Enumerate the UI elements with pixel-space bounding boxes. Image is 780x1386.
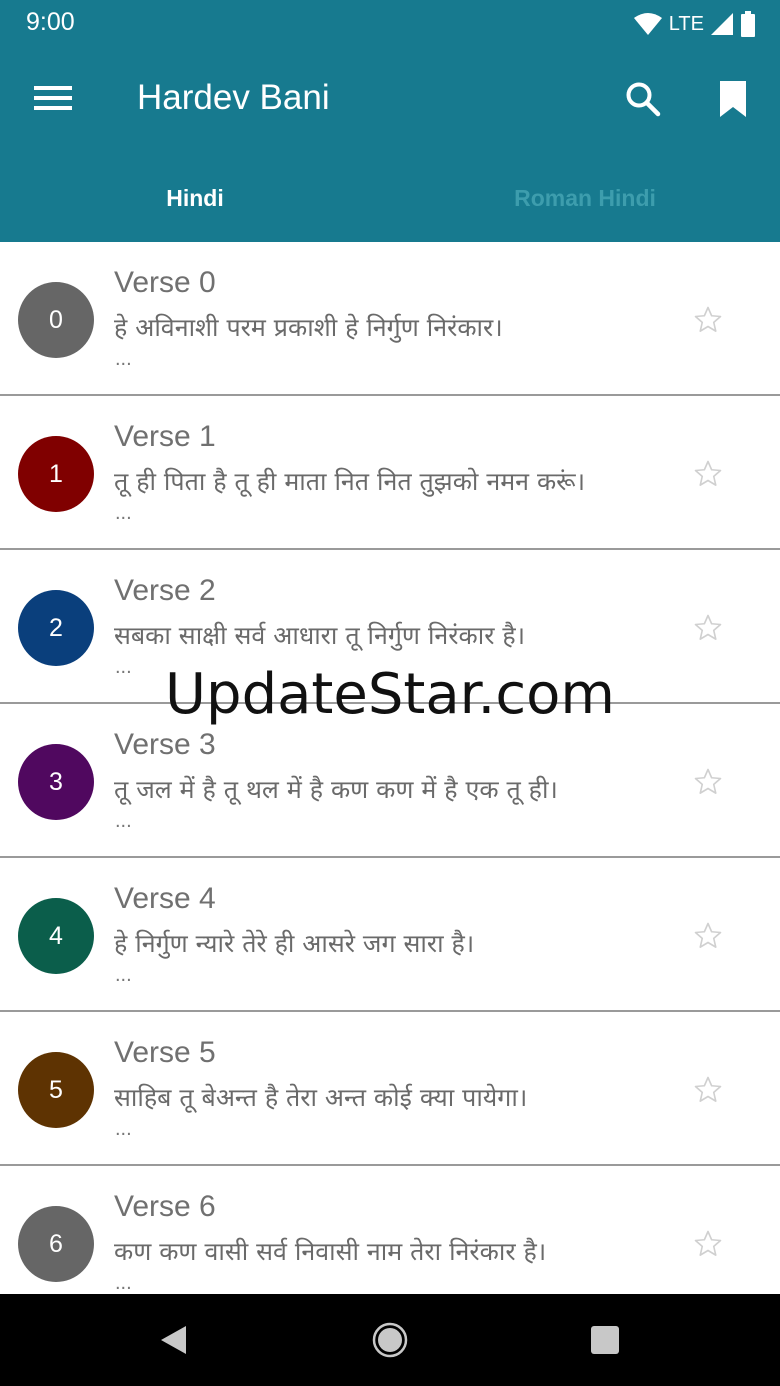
verse-title: Verse 5 [114,1036,216,1069]
bookmark-icon [720,81,746,117]
back-button[interactable] [145,1314,201,1366]
verse-title: Verse 0 [114,266,216,299]
star-outline-icon [694,614,722,640]
verse-text: हे निर्गुण न्यारे तेरे ही आसरे जग सारा ह… [114,929,475,958]
verse-ellipsis: ... [115,964,132,986]
verse-text: साहिब तू बेअन्त है तेरा अन्त कोई क्या पा… [114,1083,528,1112]
verse-number-avatar: 4 [18,898,94,974]
verse-item[interactable]: 0 Verse 0 हे अविनाशी परम प्रकाशी हे निर्… [0,242,780,396]
star-outline-icon [694,306,722,332]
recents-square-icon [591,1326,619,1354]
menu-icon [34,86,72,110]
star-outline-icon [694,1230,722,1256]
verse-text: सबका साक्षी सर्व आधारा तू निर्गुण निरंका… [114,621,526,650]
verse-number-avatar: 2 [18,590,94,666]
search-icon [626,82,661,117]
bookmarks-button[interactable] [704,72,762,126]
verse-title: Verse 4 [114,882,216,915]
verse-text: तू ही पिता है तू ही माता नित नित तुझको न… [114,467,586,496]
verse-text: हे अविनाशी परम प्रकाशी हे निर्गुण निरंका… [114,313,503,342]
verse-text: तू जल में है तू थल में है कण कण में है ए… [114,775,558,804]
verse-text: कण कण वासी सर्व निवासी नाम तेरा निरंकार … [114,1237,547,1266]
verse-number-avatar: 6 [18,1206,94,1282]
verse-item[interactable]: 6 Verse 6 कण कण वासी सर्व निवासी नाम तेर… [0,1166,780,1294]
verse-item[interactable]: 4 Verse 4 हे निर्गुण न्यारे तेरे ही आसरे… [0,858,780,1012]
verse-ellipsis: ... [115,1118,132,1140]
menu-button[interactable] [22,70,84,126]
recents-button[interactable] [577,1314,633,1366]
system-nav-bar [0,1294,780,1386]
status-icons: LTE [633,10,756,38]
toolbar: Hardev Bani [0,48,780,152]
tab-bar: Hindi Roman Hindi [0,164,780,234]
verse-ellipsis: ... [115,656,132,678]
network-type-label: LTE [668,12,704,35]
verse-item[interactable]: 1 Verse 1 तू ही पिता है तू ही माता नित न… [0,396,780,550]
verse-number-avatar: 0 [18,282,94,358]
back-triangle-icon [161,1326,186,1354]
verse-ellipsis: ... [115,810,132,832]
favorite-button[interactable] [686,606,730,650]
favorite-button[interactable] [686,452,730,496]
status-bar: 9:00 LTE [0,0,780,48]
star-outline-icon [694,460,722,486]
search-button[interactable] [614,72,672,126]
favorite-button[interactable] [686,760,730,804]
favorite-button[interactable] [686,1068,730,1112]
verse-list: 0 Verse 0 हे अविनाशी परम प्रकाशी हे निर्… [0,242,780,1294]
verse-number-avatar: 5 [18,1052,94,1128]
verse-item[interactable]: 3 Verse 3 तू जल में है तू थल में है कण क… [0,704,780,858]
favorite-button[interactable] [686,914,730,958]
verse-item[interactable]: 5 Verse 5 साहिब तू बेअन्त है तेरा अन्त क… [0,1012,780,1166]
verse-number-avatar: 1 [18,436,94,512]
battery-icon [741,11,755,37]
home-circle-icon [372,1322,408,1358]
page-title: Hardev Bani [137,78,330,117]
home-button[interactable] [362,1314,418,1366]
app-bar: 9:00 LTE Hardev Bani Hindi Roman Hindi [0,0,780,242]
wifi-icon [633,13,662,35]
tab-hindi[interactable]: Hindi [0,164,390,234]
tab-roman-hindi[interactable]: Roman Hindi [390,164,780,234]
star-outline-icon [694,922,722,948]
verse-item[interactable]: 2 Verse 2 सबका साक्षी सर्व आधारा तू निर्… [0,550,780,704]
verse-title: Verse 3 [114,728,216,761]
signal-icon [711,13,733,35]
verse-number-avatar: 3 [18,744,94,820]
star-outline-icon [694,1076,722,1102]
verse-title: Verse 2 [114,574,216,607]
favorite-button[interactable] [686,1222,730,1266]
verse-ellipsis: ... [115,502,132,524]
verse-ellipsis: ... [115,1272,132,1294]
verse-title: Verse 6 [114,1190,216,1223]
verse-title: Verse 1 [114,420,216,453]
favorite-button[interactable] [686,298,730,342]
status-time: 9:00 [26,8,75,36]
verse-ellipsis: ... [115,348,132,370]
star-outline-icon [694,768,722,794]
